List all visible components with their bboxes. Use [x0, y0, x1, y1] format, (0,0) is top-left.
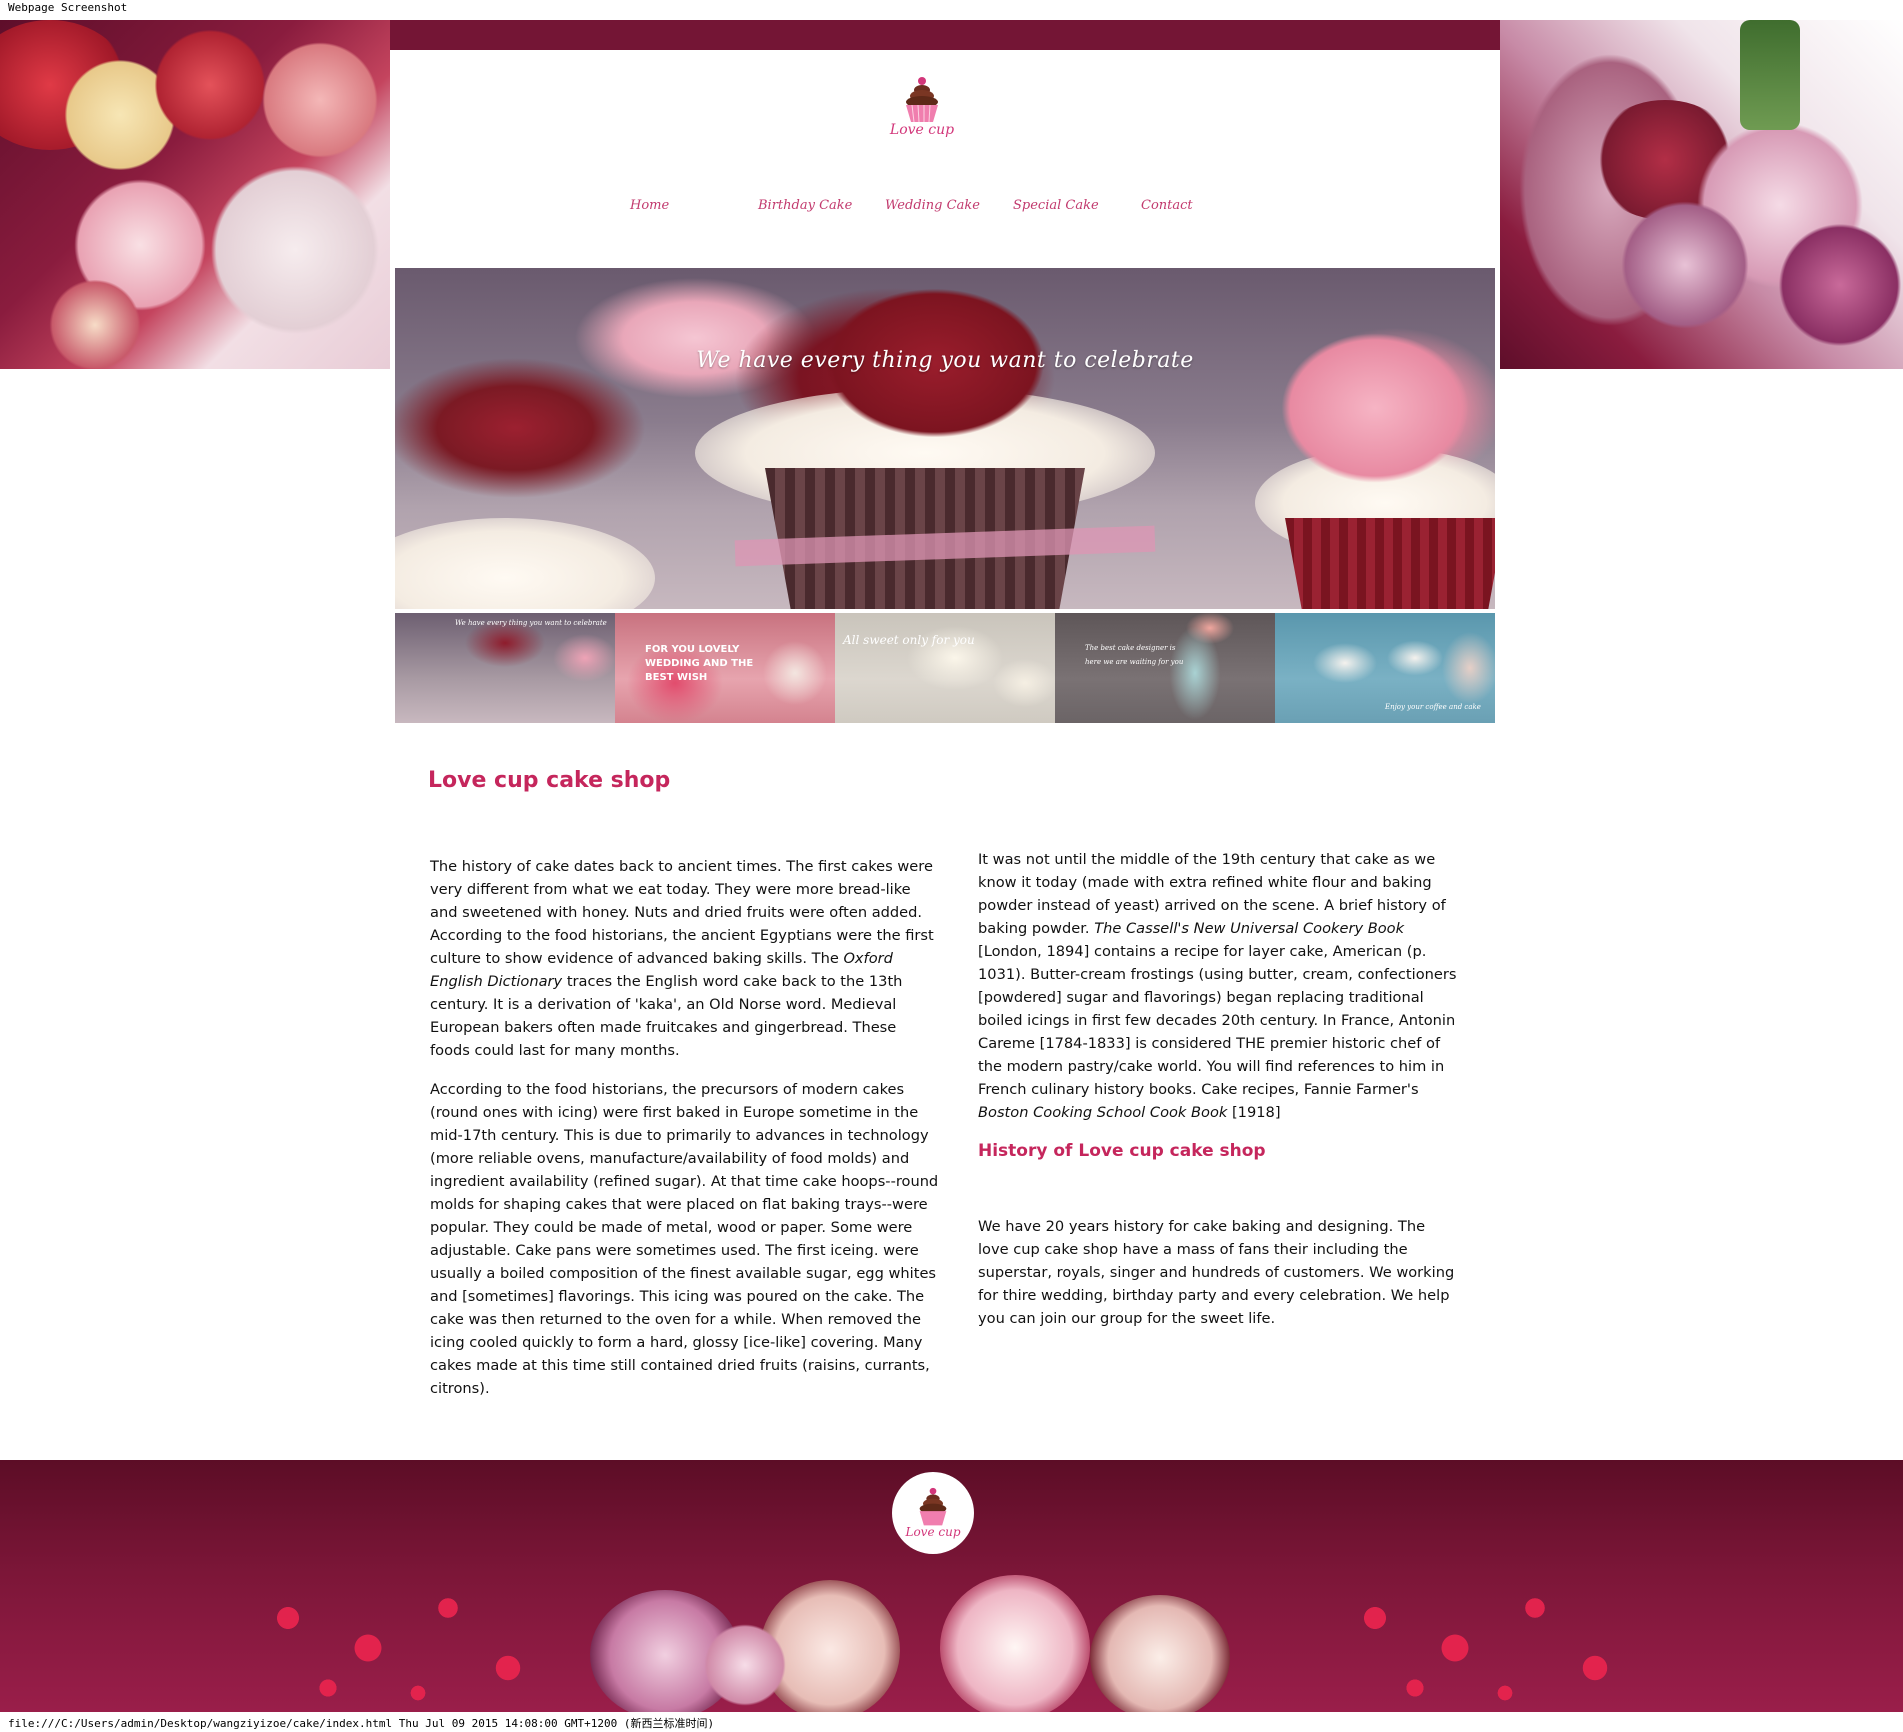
- footer-peony-5: [700, 1620, 790, 1710]
- nav-home[interactable]: Home: [630, 198, 669, 213]
- hero-frosting-left: [395, 518, 655, 609]
- page-title: Love cup cake shop: [428, 768, 671, 793]
- history-subtitle: History of Love cup cake shop: [978, 1141, 1266, 1161]
- cupcake-icon: [919, 1487, 947, 1526]
- history-paragraph-3: It was not until the middle of the 19th …: [978, 851, 1457, 1121]
- footer-peony-4: [1090, 1595, 1230, 1712]
- thumbnail-strip: We have every thing you want to celebrat…: [395, 613, 1495, 723]
- main-nav: Home Birthday Cake Wedding Cake Special …: [390, 198, 1500, 222]
- thumbnail-3[interactable]: All sweet only for you: [835, 613, 1055, 723]
- right-flower-decoration: [1500, 20, 1903, 369]
- footer-lace-left: [248, 1578, 548, 1712]
- logo-text: Love cup: [889, 122, 955, 138]
- cupcake-icon: [906, 77, 938, 123]
- site-footer: Love cup: [0, 1460, 1903, 1712]
- nav-special-cake[interactable]: Special Cake: [1013, 198, 1099, 213]
- shop-history-paragraph: We have 20 years history for cake baking…: [978, 1218, 1455, 1327]
- history-paragraph-2: According to the food historians, the pr…: [430, 1081, 939, 1397]
- page-container: Love cup Home Birthday Cake Wedding Cake…: [390, 50, 1500, 1460]
- thumbnail-5[interactable]: Enjoy your coffee and cake: [1275, 613, 1495, 723]
- thumbnail-4[interactable]: The best cake designer is here we are wa…: [1055, 613, 1275, 723]
- hero-caption: We have every thing you want to celebrat…: [696, 348, 1194, 373]
- print-footer: file:///C:/Users/admin/Desktop/wangziyiz…: [0, 1712, 1903, 1732]
- hero-banner: We have every thing you want to celebrat…: [395, 268, 1495, 609]
- history-paragraph-1: The history of cake dates back to ancien…: [430, 858, 934, 1059]
- site-logo[interactable]: Love cup: [887, 76, 957, 146]
- content-left-column: The history of cake dates back to ancien…: [430, 855, 940, 1416]
- footer-peony-3: [940, 1575, 1090, 1712]
- nav-contact[interactable]: Contact: [1141, 198, 1193, 213]
- footer-logo[interactable]: Love cup: [892, 1472, 974, 1554]
- thumbnail-1[interactable]: We have every thing you want to celebrat…: [395, 613, 615, 723]
- left-flower-decoration: [0, 20, 390, 369]
- footer-lace-right: [1335, 1578, 1635, 1712]
- print-header: Webpage Screenshot: [0, 0, 1903, 20]
- footer-logo-text: Love cup: [905, 1525, 961, 1539]
- nav-birthday-cake[interactable]: Birthday Cake: [758, 198, 852, 213]
- content-right-column: It was not until the middle of the 19th …: [978, 848, 1458, 1346]
- nav-wedding-cake[interactable]: Wedding Cake: [885, 198, 980, 213]
- hero-cupcake-wrapper-right: [1285, 518, 1495, 609]
- thumbnail-2[interactable]: FOR YOU LOVELY WEDDING AND THE BEST WISH: [615, 613, 835, 723]
